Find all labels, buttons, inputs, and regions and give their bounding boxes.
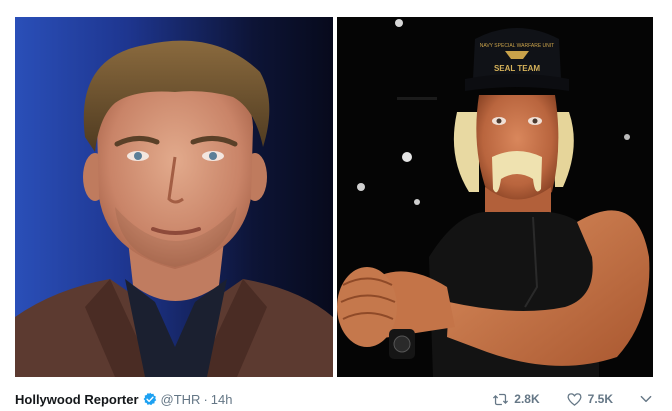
meta-separator: ·	[203, 391, 208, 407]
tweet-author[interactable]: Hollywood Reporter @THR · 14h	[15, 392, 232, 407]
tweet-actions: 2.8K 7.5K	[492, 391, 653, 408]
tweet-footer: Hollywood Reporter @THR · 14h 2.8K 7.5K	[15, 388, 653, 410]
retweet-button[interactable]: 2.8K	[492, 391, 540, 408]
more-options-button[interactable]	[639, 392, 653, 406]
verified-badge-icon	[143, 392, 157, 406]
tweet-photo-left[interactable]	[15, 17, 333, 377]
tweet-timestamp[interactable]: 14h	[211, 392, 233, 407]
heart-icon	[567, 392, 582, 406]
author-name[interactable]: Hollywood Reporter	[15, 392, 139, 407]
portrait-man-suit-image	[15, 17, 333, 377]
cap-arc-text: NAVY SPECIAL WARFARE UNIT	[480, 43, 554, 49]
like-count: 7.5K	[587, 392, 613, 406]
chevron-down-icon	[640, 395, 652, 403]
author-handle[interactable]: @THR	[161, 392, 201, 407]
tweet-media-grid: NAVY SPECIAL WARFARE UNIT SEAL TEAM	[15, 17, 653, 377]
cap-text: SEAL TEAM	[494, 64, 540, 73]
retweet-icon	[493, 393, 509, 405]
portrait-man-cap-image: NAVY SPECIAL WARFARE UNIT SEAL TEAM	[337, 17, 653, 377]
like-button[interactable]: 7.5K	[566, 391, 613, 408]
retweet-count: 2.8K	[514, 392, 540, 406]
tweet-photo-right[interactable]: NAVY SPECIAL WARFARE UNIT SEAL TEAM	[337, 17, 653, 377]
